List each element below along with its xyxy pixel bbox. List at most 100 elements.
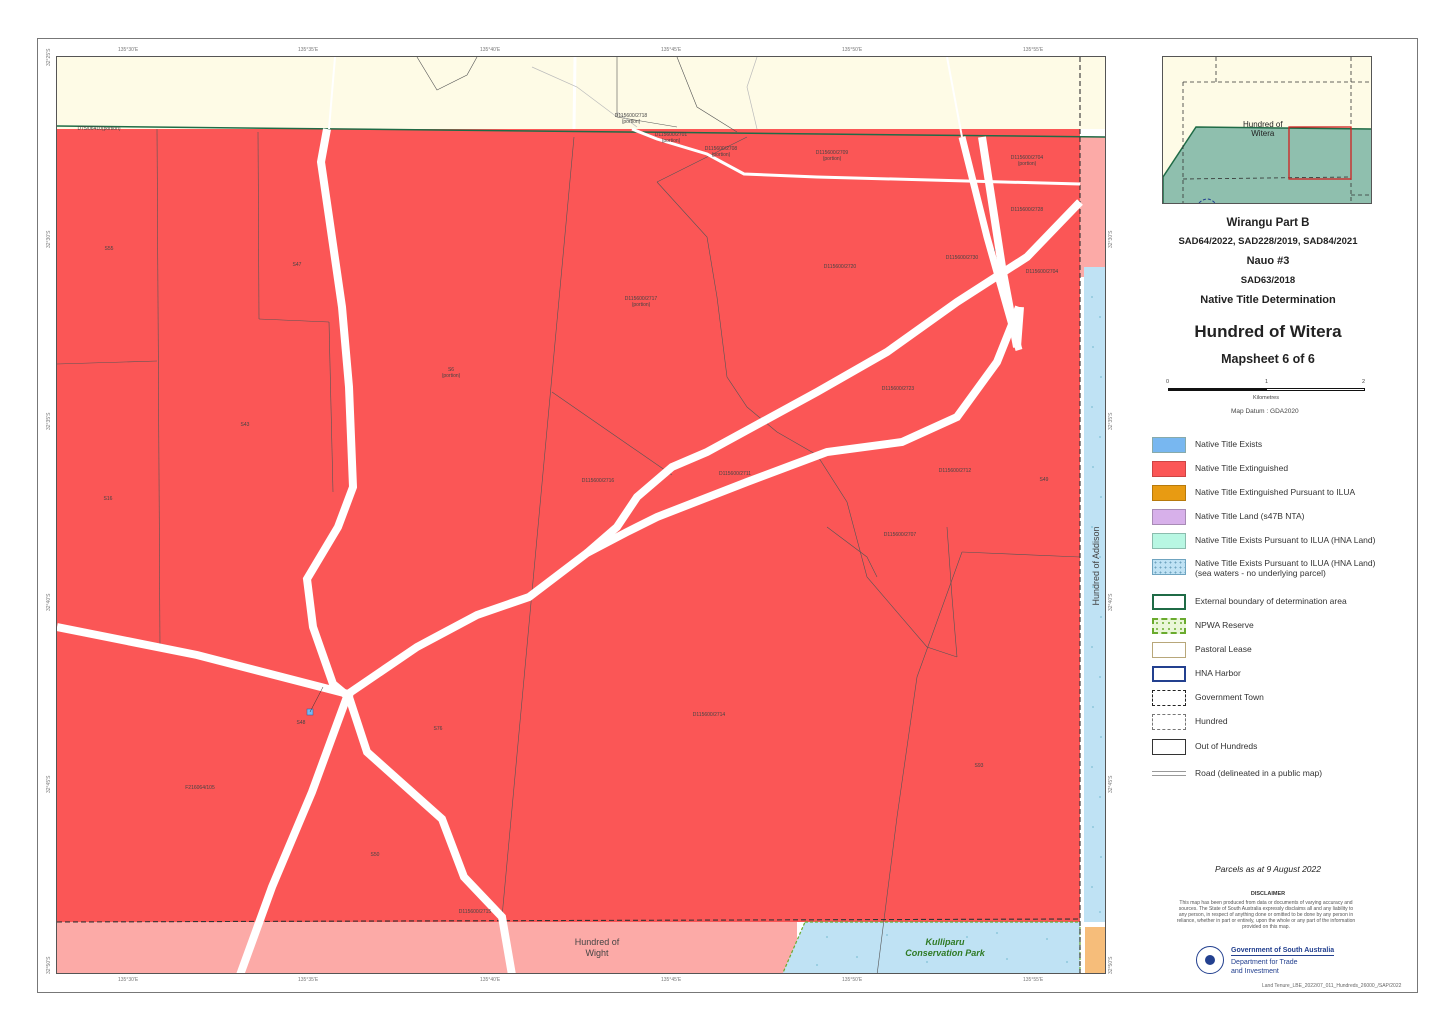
main-map[interactable]: D75/06410(portion) D115600/2718 (portion… <box>56 56 1106 974</box>
map-canvas <box>57 57 1105 973</box>
orange-area <box>1085 927 1105 973</box>
legend-label: Road (delineated in a public map) <box>1195 768 1323 778</box>
parcel-label: F216064/105 <box>185 785 215 791</box>
tick-top-2: 135°35'E <box>298 47 319 53</box>
legend-label: Native Title Exists Pursuant to ILUA (HN… <box>1195 558 1376 578</box>
parcel-label: D115600/2701 (portion) <box>654 132 688 144</box>
scale-unit: Kilometres <box>1253 395 1279 401</box>
legend-item: Pastoral Lease <box>1152 642 1402 660</box>
parcel-label: D115600/2704 (portion) <box>1010 155 1044 167</box>
legend-item: Hundred <box>1152 714 1402 732</box>
parcel-label: D115600/2708 (portion) <box>704 146 738 158</box>
legend-label: Native Title Exists <box>1195 439 1263 449</box>
parcel-label: D115600/2720 <box>823 264 857 270</box>
legend-item: Out of Hundreds <box>1152 739 1402 757</box>
parcel-label: D115600/2723 <box>881 386 915 392</box>
parcel-label: D115600/2718 (portion) <box>614 113 648 125</box>
legend-label: Pastoral Lease <box>1195 644 1252 654</box>
legend-item: Native Title Land (s47B NTA) <box>1152 509 1402 527</box>
legend-swatch <box>1152 739 1186 755</box>
parcel-label: D115600/2712 <box>938 468 972 474</box>
piping-shrike-icon <box>1205 955 1215 965</box>
legend-label: Native Title Land (s47B NTA) <box>1195 511 1305 521</box>
agency-line-3: and Investment <box>1231 968 1279 975</box>
tick-left-2: 32°30'S <box>46 230 52 248</box>
legend-swatch <box>1152 618 1186 634</box>
hundred-addison-label: Hundred of Addison <box>1091 526 1101 606</box>
parcel-label: S6 (portion) <box>441 367 461 379</box>
legend-label: Out of Hundreds <box>1195 741 1258 751</box>
agency-line-2: Department for Trade <box>1231 959 1298 966</box>
parcel-label: S49 <box>1039 477 1049 483</box>
tick-left-6: 32°50'S <box>46 956 52 974</box>
parcels-date: Parcels as at 9 August 2022 <box>1214 864 1321 874</box>
hundred-wight-label: Hundred of Wight <box>574 937 620 958</box>
legend-label: HNA Harbor <box>1195 668 1241 678</box>
parcel-label: D115600/2717 (portion) <box>624 296 658 308</box>
legend-item: Government Town <box>1152 690 1402 708</box>
legend-swatch <box>1152 714 1186 730</box>
tick-top-4: 135°45'E <box>661 47 682 53</box>
legend-label: Native Title Exists Pursuant to ILUA (HN… <box>1195 535 1376 545</box>
parcel-label: D115600/2716 <box>581 478 615 484</box>
inset-map[interactable]: Hundred of Witera <box>1162 56 1372 204</box>
title-line-2: SAD64/2022, SAD228/2019, SAD84/2021 <box>1178 236 1358 247</box>
parcel-label: D115600/2709 (portion) <box>815 150 849 162</box>
parcel-label: D115600/2704 <box>1025 269 1059 275</box>
tick-left-3: 32°35'S <box>46 412 52 430</box>
parcel-label: D115600/2715 <box>458 909 492 915</box>
parcel-label: S93 <box>974 763 984 769</box>
parcel-label: S16 <box>103 496 113 502</box>
legend-swatch <box>1152 666 1186 682</box>
page-subtitle: Mapsheet 6 of 6 <box>1221 352 1315 366</box>
legend-label: Native Title Extinguished Pursuant to IL… <box>1195 487 1356 497</box>
tick-right-1: 32°30'S <box>1108 230 1114 248</box>
pink-strip-right <box>1080 137 1105 277</box>
legend-label: External boundary of determination area <box>1195 596 1347 606</box>
legend-swatch <box>1152 642 1186 658</box>
disclaimer-title: DISCLAIMER <box>1250 891 1286 897</box>
sa-government-logo <box>1196 946 1224 974</box>
tick-bottom-5: 135°50'E <box>842 977 863 983</box>
legend-swatch <box>1152 509 1186 525</box>
tick-left-1: 32°25'S <box>46 48 52 66</box>
parcel-label: D75/06410(portion) <box>77 126 121 132</box>
tick-right-2: 32°35'S <box>1108 412 1114 430</box>
tick-left-5: 32°45'S <box>46 775 52 793</box>
tick-top-3: 135°40'E <box>480 47 501 53</box>
tick-left-4: 32°40'S <box>46 593 52 611</box>
scale-tick-0: 0 <box>1166 379 1170 385</box>
legend-swatch <box>1152 437 1186 453</box>
legend-swatch <box>1152 533 1186 549</box>
tick-right-5: 32°50'S <box>1108 956 1114 974</box>
legend-item: Native Title Exists Pursuant to ILUA (HN… <box>1152 533 1402 551</box>
tick-bottom-4: 135°45'E <box>661 977 682 983</box>
page-title: Hundred of Witera <box>1194 322 1342 341</box>
title-line-3: Nauo #3 <box>1246 255 1290 267</box>
legend-label: Hundred <box>1195 716 1228 726</box>
parcel-label: S76 <box>433 726 443 732</box>
legend-item: Native Title Extinguished <box>1152 461 1402 479</box>
legend-label: Government Town <box>1195 692 1264 702</box>
tick-right-3: 32°40'S <box>1108 593 1114 611</box>
legend-swatch <box>1152 690 1186 706</box>
tick-top-5: 135°50'E <box>842 47 863 53</box>
parcel-label: D115600/2711 <box>718 471 752 477</box>
agency-line-1: Government of South Australia <box>1231 947 1335 956</box>
parcel-label: D115600/2728 <box>1010 207 1044 213</box>
title-line-5: Native Title Determination <box>1200 294 1336 306</box>
tick-top-1: 135°30'E <box>118 47 139 53</box>
parcel-label: S55 <box>104 246 114 252</box>
title-line-4: SAD63/2018 <box>1240 275 1296 286</box>
tick-right-4: 32°45'S <box>1108 775 1114 793</box>
tick-bottom-6: 135°55'E <box>1023 977 1044 983</box>
legend-swatch <box>1152 485 1186 501</box>
legend-item: Road (delineated in a public map) <box>1152 766 1402 784</box>
inset-determination-area <box>1163 126 1371 203</box>
parcel-label: S48 <box>296 720 306 726</box>
legend-item: Native Title Exists <box>1152 437 1402 455</box>
legend-item: NPWA Reserve <box>1152 618 1402 636</box>
map-datum: Map Datum : GDA2020 <box>1231 408 1299 415</box>
legend-item: HNA Harbor <box>1152 666 1402 684</box>
scale-bar <box>1168 388 1365 393</box>
